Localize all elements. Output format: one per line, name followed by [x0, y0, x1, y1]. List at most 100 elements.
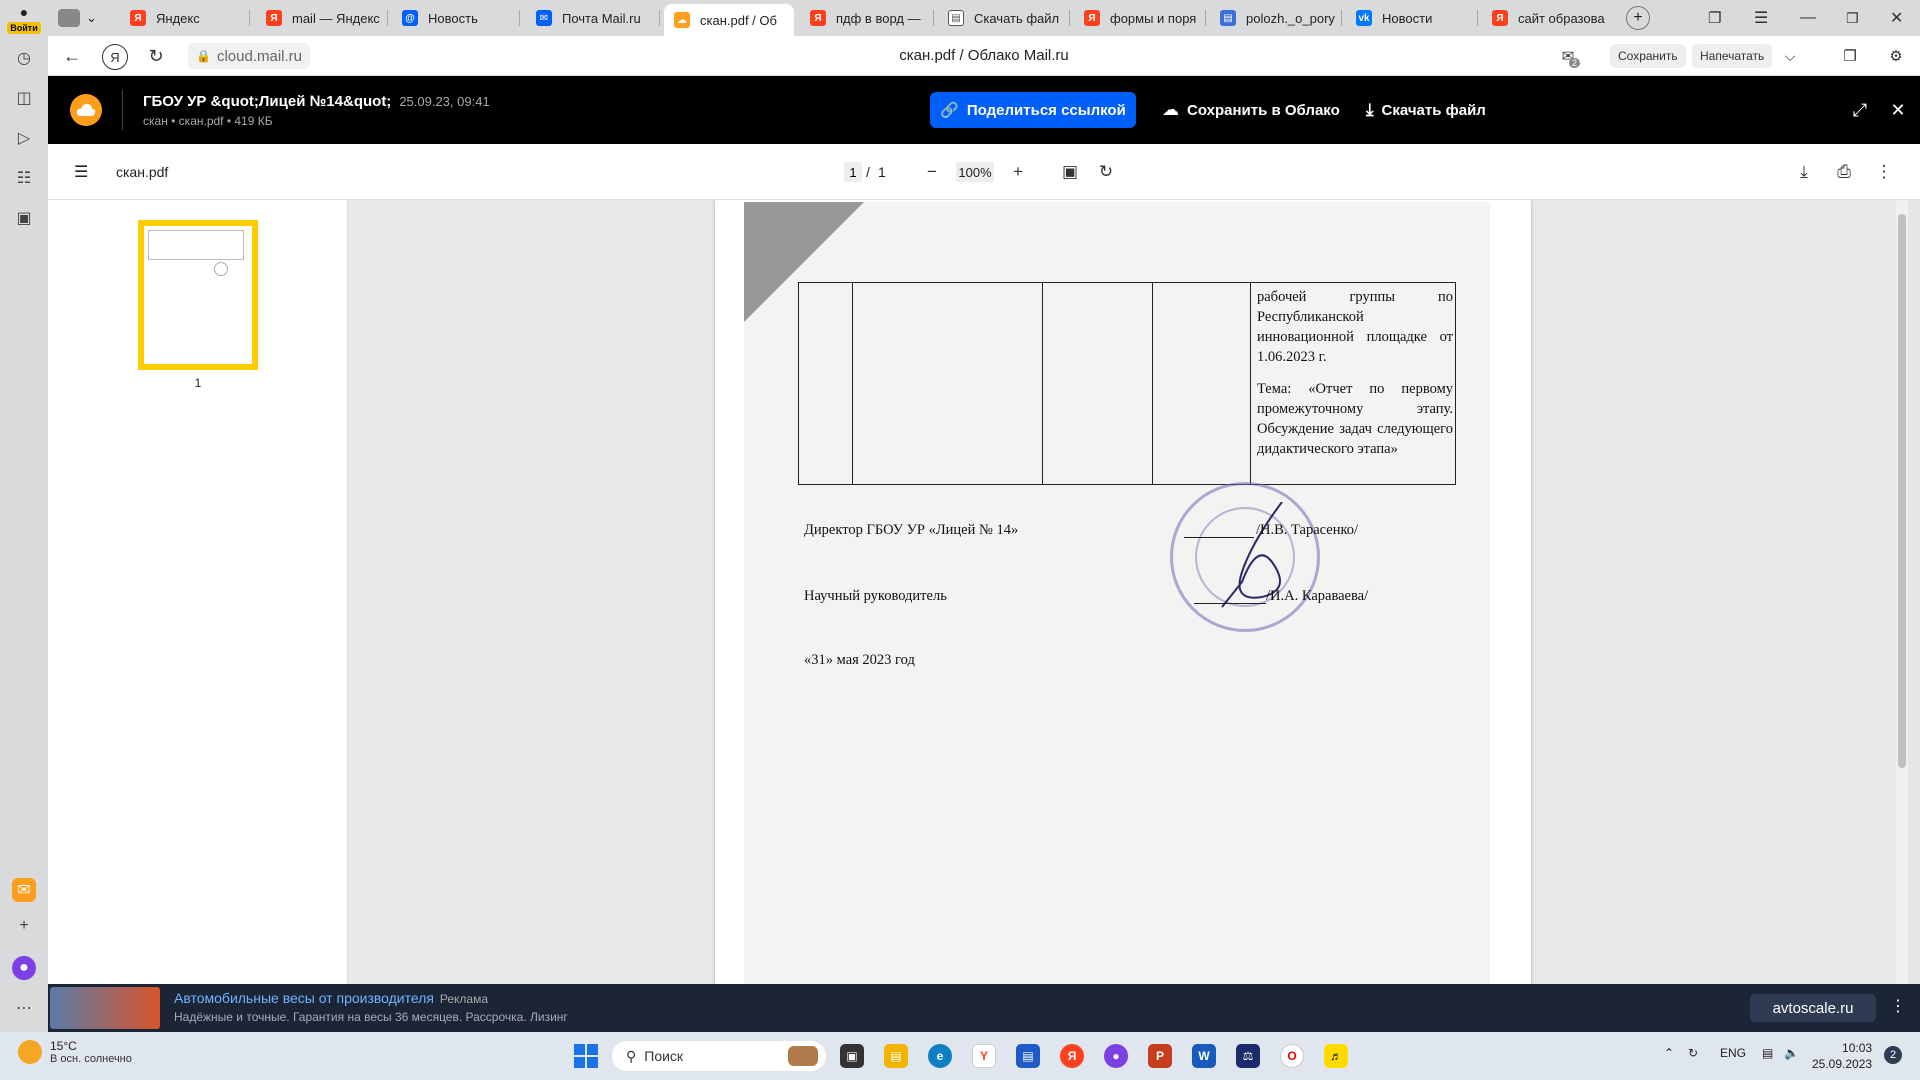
document-viewport[interactable]: рабочей группы по Республиканской иннова…: [348, 200, 1908, 984]
tab-5[interactable]: Я пдф в ворд —: [800, 4, 934, 32]
print-page-button[interactable]: Напечатать: [1692, 44, 1773, 68]
share-link-button[interactable]: 🔗 Поделиться ссылкой: [930, 92, 1136, 128]
screenshot-icon[interactable]: ▣: [12, 206, 36, 230]
clock[interactable]: 10:03 25.09.2023: [1812, 1040, 1872, 1072]
tab-9[interactable]: vk Новости: [1346, 4, 1478, 32]
tab-7[interactable]: Я формы и поря: [1074, 4, 1206, 32]
back-button[interactable]: ←: [60, 44, 84, 68]
tab-2[interactable]: @ Новость: [392, 4, 520, 32]
minimize-button[interactable]: —: [1800, 0, 1816, 36]
opera-icon[interactable]: O: [1280, 1044, 1304, 1068]
save-page-button[interactable]: Сохранить: [1610, 44, 1686, 68]
pdf-filename: скан.pdf: [116, 164, 169, 180]
close-viewer-button[interactable]: ✕: [1886, 98, 1910, 122]
save-to-cloud-button[interactable]: ☁ Сохранить в Облако: [1162, 92, 1340, 128]
pdf-print-button[interactable]: ⎙: [1832, 160, 1856, 184]
volume-icon[interactable]: 🔈: [1784, 1046, 1799, 1060]
tabs-icon[interactable]: ☷: [12, 166, 36, 190]
alice-icon[interactable]: ●: [1104, 1044, 1128, 1068]
yandex-browser-icon[interactable]: Y: [972, 1044, 996, 1068]
login-button[interactable]: ● Войти: [6, 4, 42, 34]
zoom-in-button[interactable]: +: [1006, 160, 1030, 184]
task-view-icon[interactable]: ▣: [840, 1044, 864, 1068]
store-icon[interactable]: ▤: [1016, 1044, 1040, 1068]
weather-widget[interactable]: 15°C В осн. солнечно: [18, 1039, 132, 1065]
pdf-download-button[interactable]: ⤓: [1792, 160, 1816, 184]
download-file-button[interactable]: ⤓ Скачать файл: [1366, 92, 1486, 128]
bookmarks-button[interactable]: ❐: [1708, 0, 1721, 36]
reload-button[interactable]: ↻: [144, 44, 168, 68]
word-icon[interactable]: W: [1192, 1044, 1216, 1068]
add-app-icon[interactable]: +: [12, 914, 36, 938]
pdf-more-button[interactable]: ⋮: [1872, 160, 1896, 184]
new-tab-button[interactable]: +: [1626, 0, 1650, 36]
url-field[interactable]: 🔒 cloud.mail.ru: [188, 43, 310, 69]
yandex-music-icon[interactable]: ♬: [1324, 1044, 1348, 1068]
more-actions-button[interactable]: ⌵: [1778, 44, 1802, 68]
start-button[interactable]: [574, 1044, 598, 1068]
plus-icon: +: [1013, 162, 1023, 181]
yandex-home-button[interactable]: Я: [102, 44, 128, 70]
shield-app-icon[interactable]: ⚖: [1236, 1044, 1260, 1068]
hamburger-icon: ☰: [74, 164, 89, 181]
document-date: «31» мая 2023 год: [804, 652, 915, 668]
more-icon[interactable]: ⋯: [12, 996, 36, 1020]
notification-badge[interactable]: 2: [1884, 1046, 1902, 1064]
search-icon: ⚲: [626, 1047, 637, 1064]
bookmark-icon: ❐: [1708, 10, 1722, 27]
tab-3[interactable]: ✉ Почта Mail.ru: [526, 4, 660, 32]
mail-app-icon[interactable]: ✉: [12, 878, 36, 902]
ad-image: [50, 987, 160, 1029]
language-indicator[interactable]: ENG: [1720, 1046, 1746, 1060]
file-explorer-icon[interactable]: ▤: [884, 1044, 908, 1068]
rotate-button[interactable]: ↻: [1094, 160, 1118, 184]
tab-10[interactable]: Я сайт образова: [1482, 4, 1614, 32]
tab-label: формы и поря: [1110, 10, 1197, 26]
ad-more-button[interactable]: ⋮: [1890, 996, 1906, 1016]
table-cell: [799, 283, 853, 484]
collections-icon[interactable]: ◫: [12, 86, 36, 110]
document-scrollbar[interactable]: [1896, 200, 1908, 984]
restore-button[interactable]: ❐: [1846, 0, 1859, 36]
download-icon: ⤓: [1366, 100, 1374, 119]
tray-chevron-icon[interactable]: ⌃: [1664, 1046, 1674, 1060]
tab-1[interactable]: Я mail — Яндекс: [256, 4, 388, 32]
yandex-icon[interactable]: Я: [1060, 1044, 1084, 1068]
protect-button[interactable]: ✉ 2: [1556, 44, 1580, 68]
cloud-logo-icon[interactable]: [70, 94, 102, 126]
menu-button[interactable]: ☰: [1754, 0, 1768, 36]
alice-icon[interactable]: ●: [12, 956, 36, 980]
sync-icon[interactable]: ↻: [1688, 1046, 1698, 1060]
tab-0-icon: Я: [130, 10, 146, 26]
page-number-input[interactable]: [844, 162, 862, 182]
powerpoint-icon[interactable]: P: [1148, 1044, 1172, 1068]
zoom-out-button[interactable]: −: [920, 160, 944, 184]
tab-bar: ⌄ Я Яндекс Я mail — Яндекс @ Новость ✉ П…: [48, 0, 1920, 36]
download-icon: ⤓: [1800, 162, 1808, 181]
tab-label: Новость: [428, 10, 478, 26]
extensions-button[interactable]: ⚙: [1884, 44, 1908, 68]
tab-6[interactable]: ▤ Скачать файл: [938, 4, 1070, 32]
more-vertical-icon: ⋮: [1875, 162, 1893, 181]
fullscreen-button[interactable]: ⤢: [1848, 98, 1872, 122]
network-icon[interactable]: ▤: [1762, 1046, 1773, 1060]
ad-headline: Автомобильные весы от производителя Рекл…: [174, 990, 488, 1006]
taskbar-search[interactable]: ⚲ Поиск: [612, 1041, 826, 1071]
tab-0[interactable]: Я Яндекс: [120, 4, 250, 32]
close-window-button[interactable]: ✕: [1890, 0, 1903, 36]
file-date: 25.09.23, 09:41: [399, 94, 490, 109]
downloads-button[interactable]: ❐: [1838, 44, 1862, 68]
fit-page-button[interactable]: ▣: [1058, 160, 1082, 184]
zoom-level[interactable]: 100%: [956, 162, 994, 182]
tab-4-active[interactable]: ☁ скан.pdf / Об: [664, 4, 794, 36]
edge-icon[interactable]: e: [928, 1044, 952, 1068]
toggle-thumbnails-button[interactable]: ☰: [74, 162, 88, 182]
share-label: Поделиться ссылкой: [966, 101, 1126, 119]
ad-banner[interactable]: Автомобильные весы от производителя Рекл…: [48, 984, 1920, 1032]
tab-8[interactable]: ▤ polozh._o_pory: [1210, 4, 1342, 32]
history-icon[interactable]: ◷: [12, 46, 36, 70]
page-thumbnail-1[interactable]: [138, 220, 258, 370]
tab-group-button[interactable]: ⌄: [48, 4, 104, 32]
ad-site-button[interactable]: avtoscale.ru: [1750, 994, 1876, 1022]
video-icon[interactable]: ▷: [12, 126, 36, 150]
